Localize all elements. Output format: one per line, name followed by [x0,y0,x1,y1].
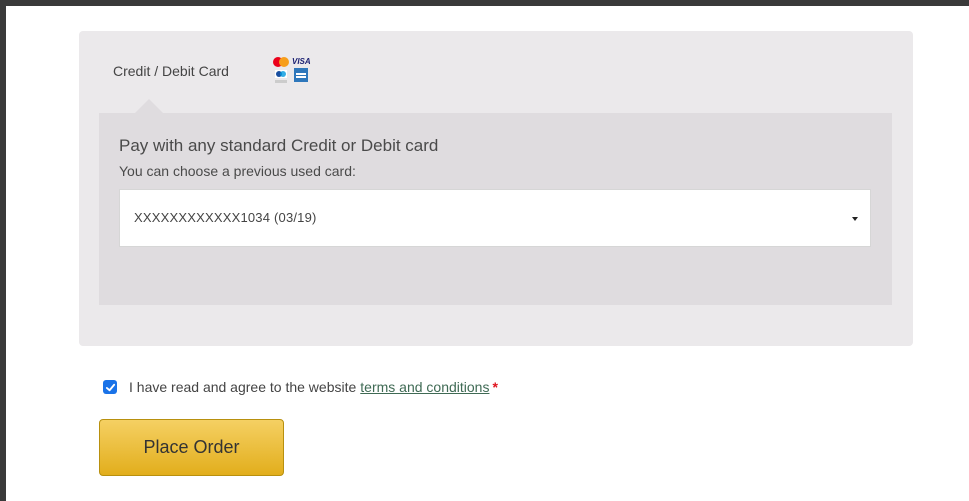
checkmark-icon [105,383,115,391]
terms-text: I have read and agree to the website [129,379,357,395]
place-order-button[interactable]: Place Order [99,419,284,476]
checkout-page: Credit / Debit Card VISA Pay with any st… [6,6,969,501]
pay-title: Pay with any standard Credit or Debit ca… [119,136,439,155]
card-payment-panel: Pay with any standard Credit or Debit ca… [99,113,892,305]
amex-icon [294,68,308,82]
terms-checkbox[interactable] [103,380,117,394]
maestro-icon [275,70,287,83]
terms-link[interactable]: terms and conditions [360,379,489,395]
payment-method-box: Credit / Debit Card VISA Pay with any st… [79,31,913,346]
choose-card-label: You can choose a previous used card: [119,163,356,179]
svg-text:VISA: VISA [292,57,311,66]
tab-pointer [135,99,163,113]
caret-down-icon [852,217,858,221]
payment-method-label[interactable]: Credit / Debit Card [113,63,229,79]
mastercard-icon [273,57,289,67]
terms-row: I have read and agree to the website ter… [103,377,498,397]
saved-card-select[interactable]: XXXXXXXXXXXX1034 (03/19) [119,189,871,247]
visa-icon: VISA [292,57,311,66]
card-brand-icons: VISA [269,55,313,87]
selected-card-value: XXXXXXXXXXXX1034 (03/19) [134,210,317,225]
required-mark: * [492,379,498,395]
